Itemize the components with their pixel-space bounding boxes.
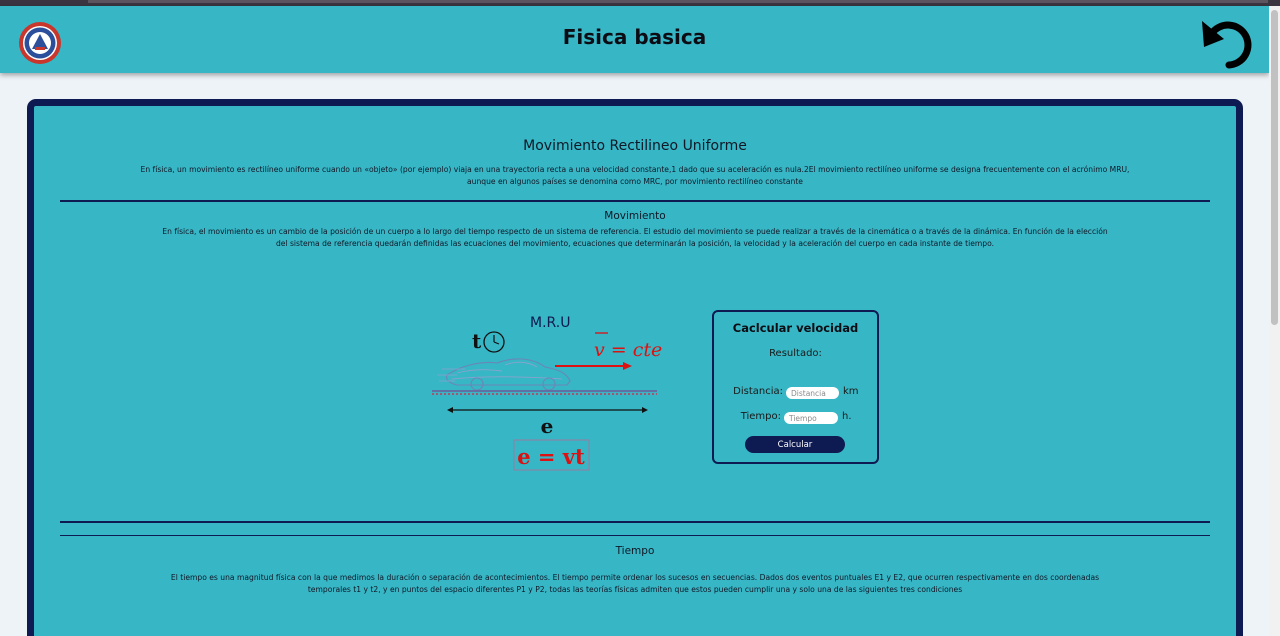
distance-input[interactable] [786, 387, 839, 399]
divider [60, 200, 1210, 202]
section-title-mru: Movimiento Rectilineo Uniforme [523, 138, 747, 154]
velocity-calculator: Caclcular velocidad Resultado: Distancia… [712, 310, 879, 464]
distance-label-text: Distancia: [733, 386, 783, 397]
time-label: t [472, 329, 482, 353]
mru-label: M.R.U [530, 315, 570, 331]
mru-description-line-2: aunque en algunos países se denomina com… [467, 177, 803, 186]
movimiento-description-line-1: En física, el movimiento es un cambio de… [162, 227, 1108, 236]
velocity-arrow [555, 362, 632, 370]
scrollbar-thumb[interactable] [1271, 10, 1278, 325]
result-label: Resultado: [769, 348, 822, 359]
formula-text: e = vt [517, 444, 585, 469]
section-title-movimiento: Movimiento [604, 210, 666, 222]
mru-description-line-1: En física, un movimiento es rectilíneo u… [140, 165, 1130, 174]
time-input[interactable] [784, 412, 838, 424]
distance-label: e [541, 414, 554, 438]
tiempo-description-line-1: El tiempo es una magnitud física con la … [170, 573, 1100, 582]
calculator-title: Caclcular velocidad [732, 321, 859, 335]
content-card: Movimiento Rectilineo Uniforme En física… [27, 99, 1243, 636]
car-sketch-icon [437, 358, 571, 391]
distance-arrow [447, 407, 648, 413]
mru-illustration: M.R.U t v = cte e e = vt [432, 315, 662, 471]
calculate-button[interactable]: Calcular [745, 436, 845, 453]
divider [60, 535, 1210, 536]
tab-strip-line [88, 0, 1268, 3]
page-title: Fisica basica [562, 25, 707, 49]
section-title-tiempo: Tiempo [615, 545, 655, 557]
divider [60, 521, 1210, 523]
tiempo-description: El tiempo es una magnitud física con la … [79, 572, 1191, 596]
time-label-text: Tiempo: [740, 411, 781, 422]
tiempo-description-line-2: temporales t1 y t2, y en puntos del espa… [307, 585, 963, 594]
ground-line [432, 390, 657, 395]
time-unit: h. [842, 411, 852, 422]
movimiento-description: En física, el movimiento es un cambio de… [69, 226, 1201, 250]
clock-icon [483, 331, 505, 353]
undo-arrow-icon[interactable] [1198, 15, 1258, 71]
mru-description: En física, un movimiento es rectilíneo u… [54, 164, 1216, 188]
app-header: Fisica basica [0, 6, 1269, 73]
movimiento-description-line-2: del sistema de referencia quedarán defin… [275, 239, 995, 248]
page-scrollbar[interactable] [1269, 6, 1280, 636]
distance-unit: km [843, 386, 859, 397]
velocity-label: v = cte [594, 339, 662, 361]
